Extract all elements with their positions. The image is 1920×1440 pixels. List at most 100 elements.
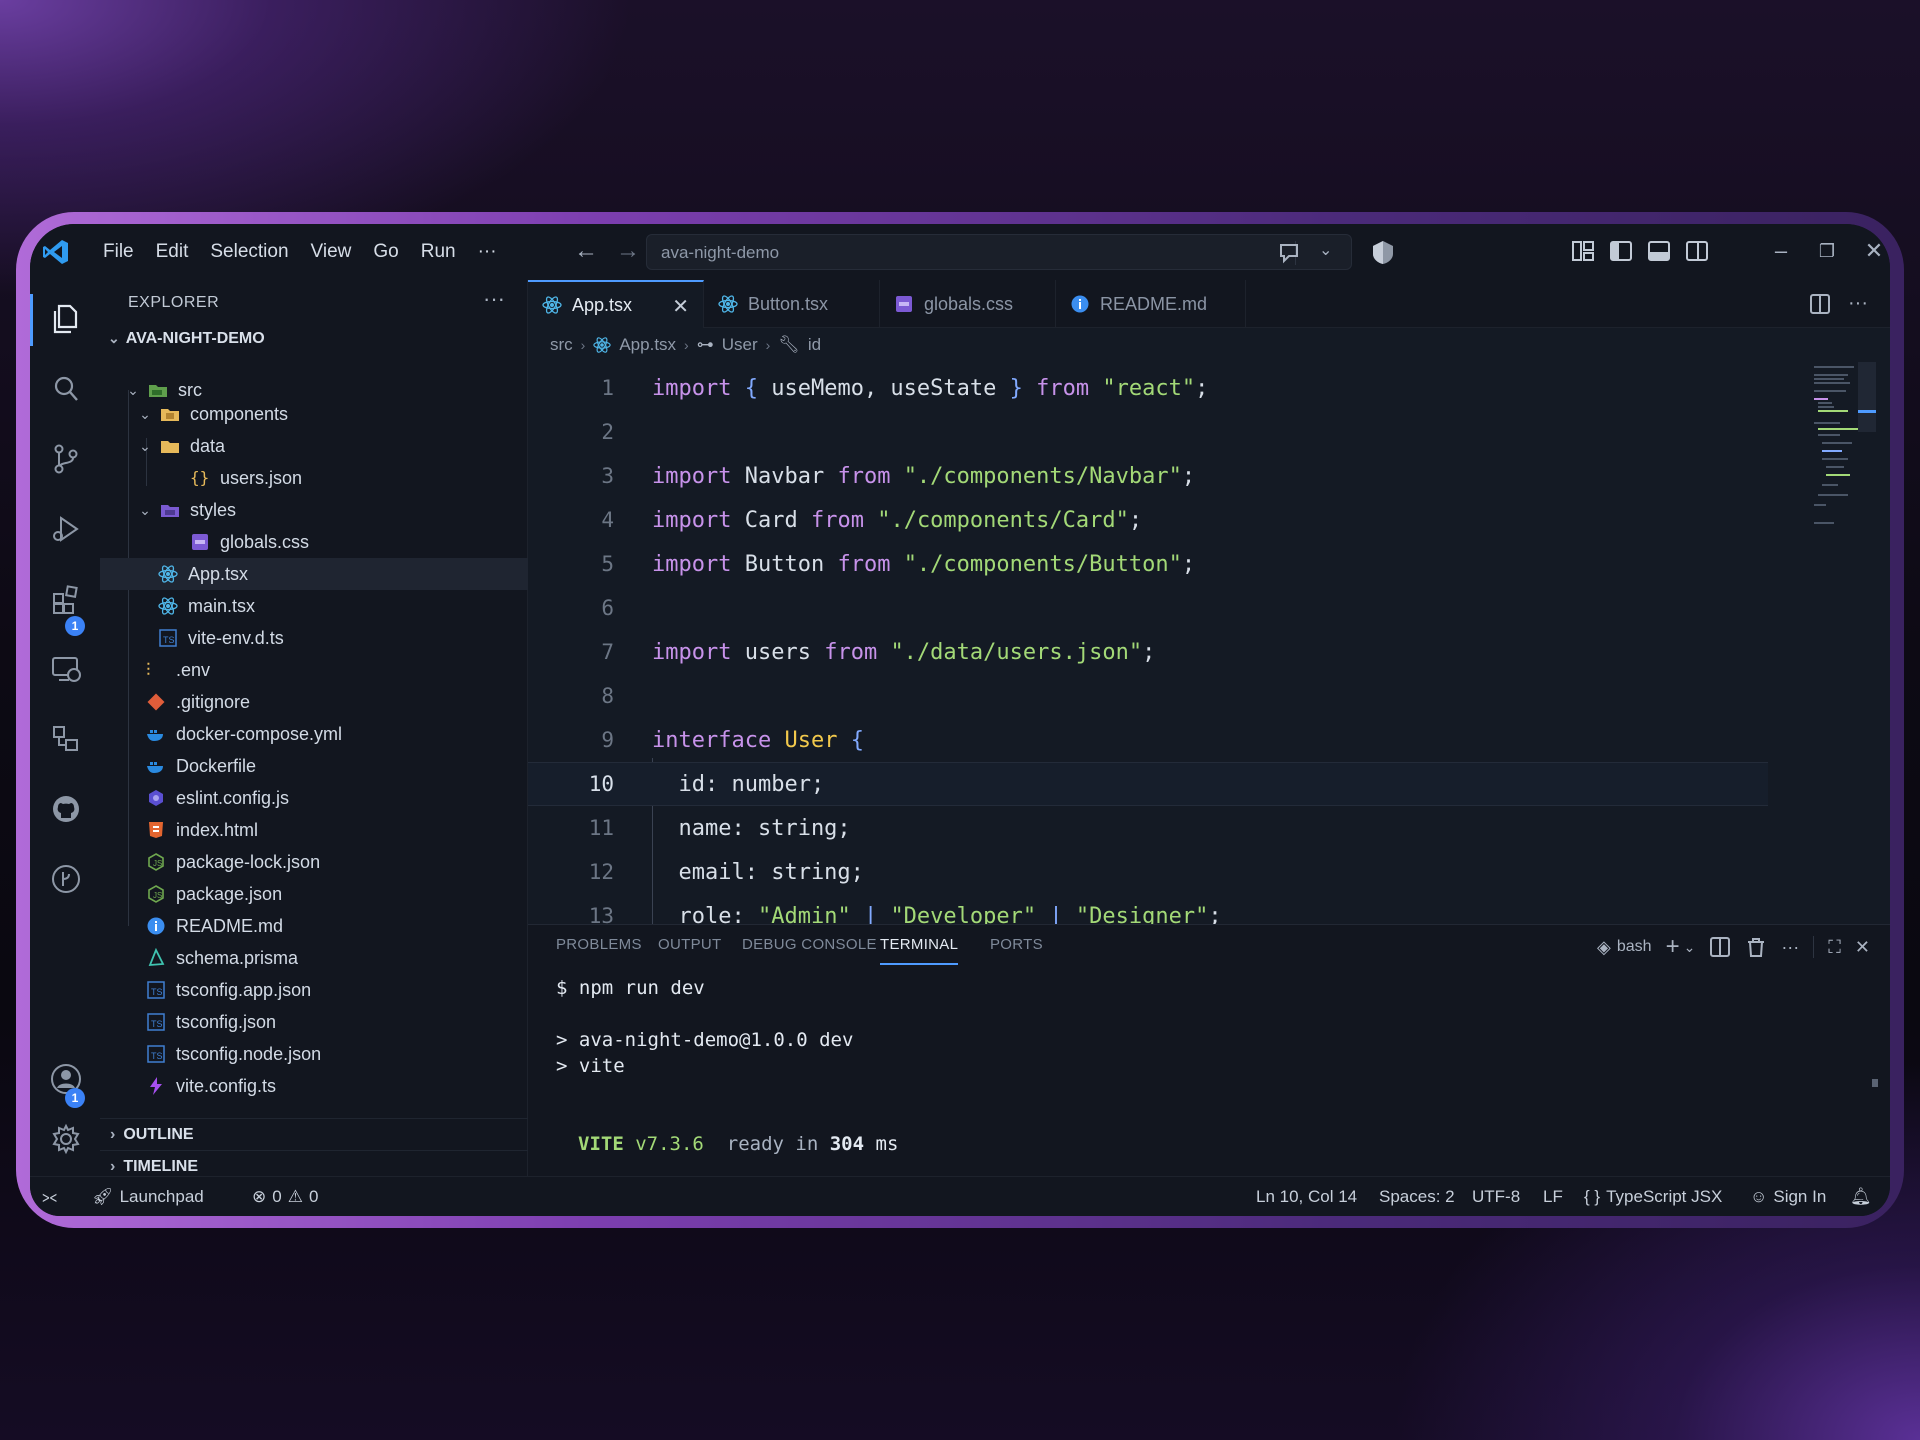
- terminal-output-line: > vite: [556, 1055, 625, 1077]
- menu-edit[interactable]: Edit: [145, 224, 200, 280]
- remote-indicator-icon[interactable]: ⪥: [42, 1177, 57, 1216]
- active-indicator: [30, 294, 33, 346]
- testing-icon[interactable]: [49, 722, 83, 756]
- tree-folder-data[interactable]: ⌄ data: [100, 430, 528, 462]
- menu-view[interactable]: View: [300, 224, 363, 280]
- github-icon[interactable]: [49, 792, 83, 826]
- breadcrumb-item[interactable]: App.tsx: [619, 335, 676, 355]
- search-icon[interactable]: [49, 372, 83, 406]
- settings-gear-icon[interactable]: [49, 1122, 83, 1156]
- cursor-position[interactable]: Ln 10, Col 14: [1256, 1177, 1357, 1216]
- close-tab-icon[interactable]: ✕: [672, 294, 689, 319]
- tree-file-package-lock[interactable]: JS package-lock.json: [100, 846, 528, 878]
- tsconfig-icon: TS: [147, 981, 165, 999]
- extensions-icon[interactable]: [49, 582, 83, 616]
- forward-arrow-icon[interactable]: →: [614, 236, 642, 266]
- close-panel-icon[interactable]: ✕: [1855, 937, 1870, 958]
- tab-button-tsx[interactable]: Button.tsx: [704, 280, 880, 328]
- run-debug-icon[interactable]: [49, 512, 83, 546]
- npm-icon: JS: [148, 853, 164, 871]
- tree-file-main-tsx[interactable]: main.tsx: [100, 590, 528, 622]
- line-number: 8: [601, 684, 614, 708]
- tree-file-package-json[interactable]: JS package.json: [100, 878, 528, 910]
- tab-debug-console[interactable]: DEBUG CONSOLE: [742, 925, 877, 965]
- tree-file-users-json[interactable]: {} users.json: [100, 462, 528, 494]
- tree-file-tsconfig-app[interactable]: TS tsconfig.app.json: [100, 974, 528, 1006]
- tree-file-globals-css[interactable]: globals.css: [100, 526, 528, 558]
- menu-more[interactable]: ···: [467, 224, 508, 280]
- code-editor[interactable]: 1 import { useMemo, useState } from "reac…: [528, 362, 1890, 924]
- customize-layout-icon[interactable]: [1570, 238, 1596, 264]
- tab-problems[interactable]: PROBLEMS: [556, 925, 642, 965]
- split-editor-icon[interactable]: [1808, 292, 1832, 316]
- tree-file-schema-prisma[interactable]: schema.prisma: [100, 942, 528, 974]
- more-actions-icon[interactable]: ···: [1848, 292, 1868, 316]
- minimize-icon[interactable]: –: [1766, 236, 1796, 266]
- tree-file-tsconfig[interactable]: TS tsconfig.json: [100, 1006, 528, 1038]
- tab-terminal[interactable]: TERMINAL: [880, 925, 959, 965]
- trash-icon[interactable]: [1745, 936, 1767, 958]
- tree-file-index-html[interactable]: index.html: [100, 814, 528, 846]
- workspace-root[interactable]: ⌄ AVA-NIGHT-DEMO: [108, 330, 265, 348]
- tab-output[interactable]: OUTPUT: [658, 925, 721, 965]
- chevron-down-icon[interactable]: ⌄: [1684, 939, 1696, 956]
- restore-icon[interactable]: ❐: [1812, 236, 1842, 266]
- tab-app-tsx[interactable]: App.tsx ✕: [528, 280, 704, 328]
- copilot-chat-icon[interactable]: [1277, 241, 1303, 265]
- encoding[interactable]: UTF-8: [1472, 1177, 1520, 1216]
- sign-in-item[interactable]: ☺ Sign In: [1750, 1177, 1826, 1216]
- indentation[interactable]: Spaces: 2: [1379, 1177, 1455, 1216]
- tree-file-tsconfig-node[interactable]: TS tsconfig.node.json: [100, 1038, 528, 1070]
- scrollbar-thumb[interactable]: [1858, 362, 1876, 432]
- command-center[interactable]: ava-night-demo ⌄: [646, 234, 1352, 270]
- tab-globals-css[interactable]: globals.css: [880, 280, 1056, 328]
- outline-section[interactable]: › OUTLINE: [100, 1118, 528, 1150]
- menu-run[interactable]: Run: [410, 224, 467, 280]
- tree-file-dockerfile[interactable]: Dockerfile: [100, 750, 528, 782]
- more-actions-icon[interactable]: ···: [1781, 937, 1799, 958]
- line-number: 2: [601, 420, 614, 444]
- source-control-icon[interactable]: [49, 442, 83, 476]
- menu-selection[interactable]: Selection: [199, 224, 299, 280]
- split-terminal-icon[interactable]: [1709, 936, 1731, 958]
- ready-unit: ms: [875, 1133, 899, 1155]
- line-ending[interactable]: LF: [1543, 1177, 1563, 1216]
- tree-folder-styles[interactable]: ⌄ styles: [100, 494, 528, 526]
- menu-go[interactable]: Go: [362, 224, 409, 280]
- info-icon: [147, 917, 165, 935]
- tree-file-eslint[interactable]: eslint.config.js: [100, 782, 528, 814]
- explorer-more-button[interactable]: ···: [483, 286, 505, 312]
- tree-file-app-tsx[interactable]: App.tsx: [100, 558, 528, 590]
- explorer-icon[interactable]: [49, 302, 83, 336]
- tab-readme[interactable]: README.md: [1056, 280, 1246, 328]
- terminal-shell-label[interactable]: bash: [1617, 938, 1652, 956]
- tree-file-env[interactable]: ⫶ .env: [100, 654, 528, 686]
- menu-file[interactable]: File: [92, 224, 145, 280]
- tree-file-readme[interactable]: README.md: [100, 910, 528, 942]
- tree-file-gitignore[interactable]: .gitignore: [100, 686, 528, 718]
- breadcrumb-item[interactable]: User: [722, 335, 758, 355]
- new-terminal-icon[interactable]: +: [1666, 933, 1680, 961]
- tree-file-docker-compose[interactable]: docker-compose.yml: [100, 718, 528, 750]
- copilot-icon[interactable]: [1370, 238, 1396, 266]
- breadcrumb-item[interactable]: id: [808, 335, 821, 355]
- remote-explorer-icon[interactable]: [49, 652, 83, 686]
- toggle-secondary-sidebar-icon[interactable]: [1684, 238, 1710, 264]
- problems-indicator[interactable]: ⊗ 0 ⚠ 0: [252, 1177, 318, 1216]
- tree-folder-components[interactable]: ⌄ components: [100, 398, 528, 430]
- maximize-panel-icon[interactable]: ⛶: [1828, 937, 1841, 958]
- toggle-panel-icon[interactable]: [1646, 238, 1672, 264]
- chevron-down-icon[interactable]: ⌄: [1319, 240, 1332, 260]
- bell-icon[interactable]: 🔔︎: [1850, 1177, 1872, 1216]
- tree-file-vite-config[interactable]: vite.config.ts: [100, 1070, 528, 1102]
- git-graph-icon[interactable]: [49, 862, 83, 896]
- tab-ports[interactable]: PORTS: [990, 925, 1043, 965]
- tree-file-vite-env[interactable]: TS vite-env.d.ts: [100, 622, 528, 654]
- breadcrumb-item[interactable]: src: [550, 335, 573, 355]
- toggle-primary-sidebar-icon[interactable]: [1608, 238, 1634, 264]
- close-window-icon[interactable]: ✕: [1859, 236, 1889, 266]
- back-arrow-icon[interactable]: ←: [572, 236, 600, 266]
- launchpad-item[interactable]: 🚀︎ Launchpad: [92, 1177, 204, 1216]
- css-icon: [896, 296, 912, 312]
- language-mode[interactable]: { } TypeScript JSX: [1584, 1177, 1722, 1216]
